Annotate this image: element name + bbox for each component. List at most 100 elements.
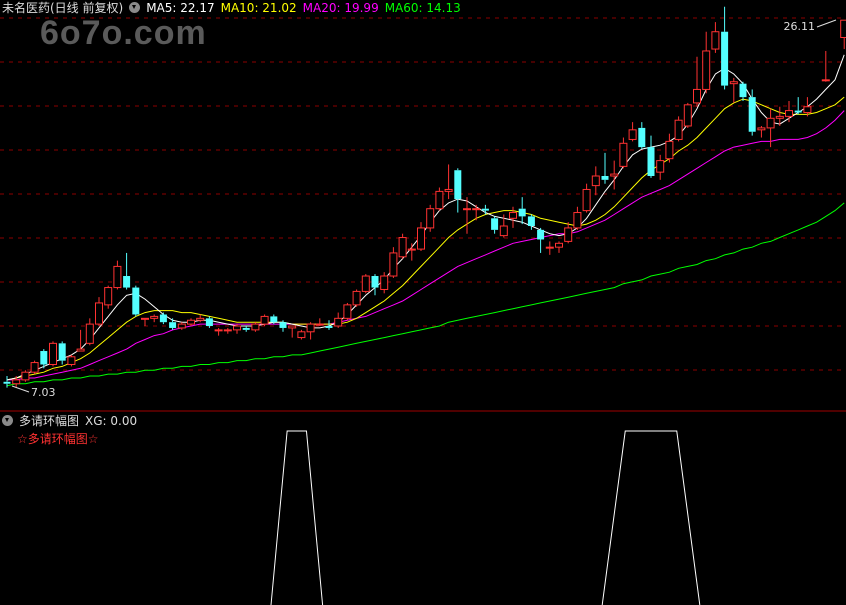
candle-body-down [647,147,655,176]
candle-body-down [721,31,729,86]
candle-body-down [491,218,499,230]
candle-body-up [803,106,812,114]
ma-legend-item: MA10: 21.02 [220,1,297,15]
candle-body-up [683,104,692,127]
low-price-label: 7.03 [31,386,56,399]
candle-body-up [361,275,370,292]
candle-body-up [297,331,306,339]
candle-body-up [757,127,766,131]
candle-body-up [196,317,205,321]
candle-body-up [545,246,554,249]
high-price-label: 26.11 [784,20,816,33]
candle-body-down [123,276,131,288]
ma-legend-item: MA20: 19.99 [302,1,379,15]
candle-body-up [693,88,701,104]
candle-body-up [104,287,113,306]
candle-body-up [564,227,573,242]
candle-body-up [840,19,846,39]
xg-signal-line [270,430,701,605]
indicator-title: 多请环幅图 [19,414,80,428]
candle-body-up [610,173,619,177]
candle-body-down [159,314,167,323]
candle-body-up [260,315,269,325]
candle-body-up [177,323,186,329]
ma-legend-item: MA5: 22.17 [146,1,215,15]
xg-value: XG: 0.00 [85,414,138,428]
price-markers: 26.11 7.03 [11,19,837,399]
candle-body-up [463,208,471,211]
candle-body-up [334,317,343,327]
candle-body-up [380,275,389,290]
candle-body-up [472,208,481,211]
candle-body-down [58,343,66,361]
stock-name: 未名医药(日线 前复权) [2,1,124,15]
candle-body-up [233,325,241,331]
candle-body-down [169,322,177,328]
candle-body-up [214,329,223,332]
candle-body-up [775,115,784,119]
candle-body-down [325,326,333,328]
candle-body-up [417,227,425,250]
candle-body-down [518,208,526,217]
candle-body-up [444,188,453,192]
candle-body-up [729,81,738,85]
candle-body-up [113,265,122,289]
candle-body-up [711,31,720,50]
candle-body-down [132,287,140,315]
candle-body-down [205,318,213,327]
chevron-down-icon[interactable] [129,2,141,13]
candle-body-up [251,323,260,331]
candle-body-up [150,315,159,319]
candle-body-up [398,237,407,258]
ma-legend-item: MA60: 14.13 [384,1,461,15]
candle-body-down [3,381,11,384]
candle-body-up [76,348,85,352]
candle-body-down [638,127,646,148]
candle-body-up [821,79,830,82]
candle-body-up [499,225,508,237]
candle-body-down [40,351,48,365]
candle-body-up [573,212,582,229]
candle-body-up [619,142,628,167]
candle-body-up [141,317,149,320]
price-gridlines [0,17,846,371]
candle-body-up [665,140,674,160]
ma20-line [7,110,845,381]
ma20-path [7,110,845,381]
candle-body-up [49,342,57,365]
candle-body-up [435,190,444,210]
candle-body-up [30,362,39,373]
ma5-line [6,54,845,381]
chevron-down-icon[interactable] [2,415,13,426]
candle-body-down [748,97,756,132]
candle-body-up [582,188,591,212]
candlesticks [3,6,846,388]
candle-body-down [270,316,278,323]
candle-body-up [343,304,352,319]
candle-body-up [187,319,195,325]
candle-body-up [85,323,94,344]
candle-body-up [288,325,297,329]
candle-body-up [656,160,665,173]
candle-body-up [509,212,517,219]
candle-body-up [628,129,637,140]
ma5-path [6,54,845,381]
candle-body-up [591,175,600,187]
signal-label: ☆多请环幅图☆ [17,432,99,446]
candle-body-down [794,110,802,113]
candle-body-down [537,229,545,240]
candle-body-down [242,327,250,330]
candle-body-up [315,323,324,326]
candle-body-up [766,117,775,129]
candle-body-down [527,216,535,227]
candle-body-up [674,119,683,140]
high-price-arrow [816,19,837,28]
candle-body-up [426,208,435,229]
ma-legend: MA5: 22.17 MA10: 21.02 MA20: 19.99 MA60: 14… [146,1,467,15]
xg-pulse [270,430,324,605]
main-panel-header: 未名医药(日线 前复权) MA5: 22.17 MA10: 21.02 MA20: 1… [2,1,473,15]
candle-body-up [223,329,232,332]
xg-pulse [601,430,701,605]
candle-body-down [279,322,287,328]
candle-body-up [306,323,315,333]
